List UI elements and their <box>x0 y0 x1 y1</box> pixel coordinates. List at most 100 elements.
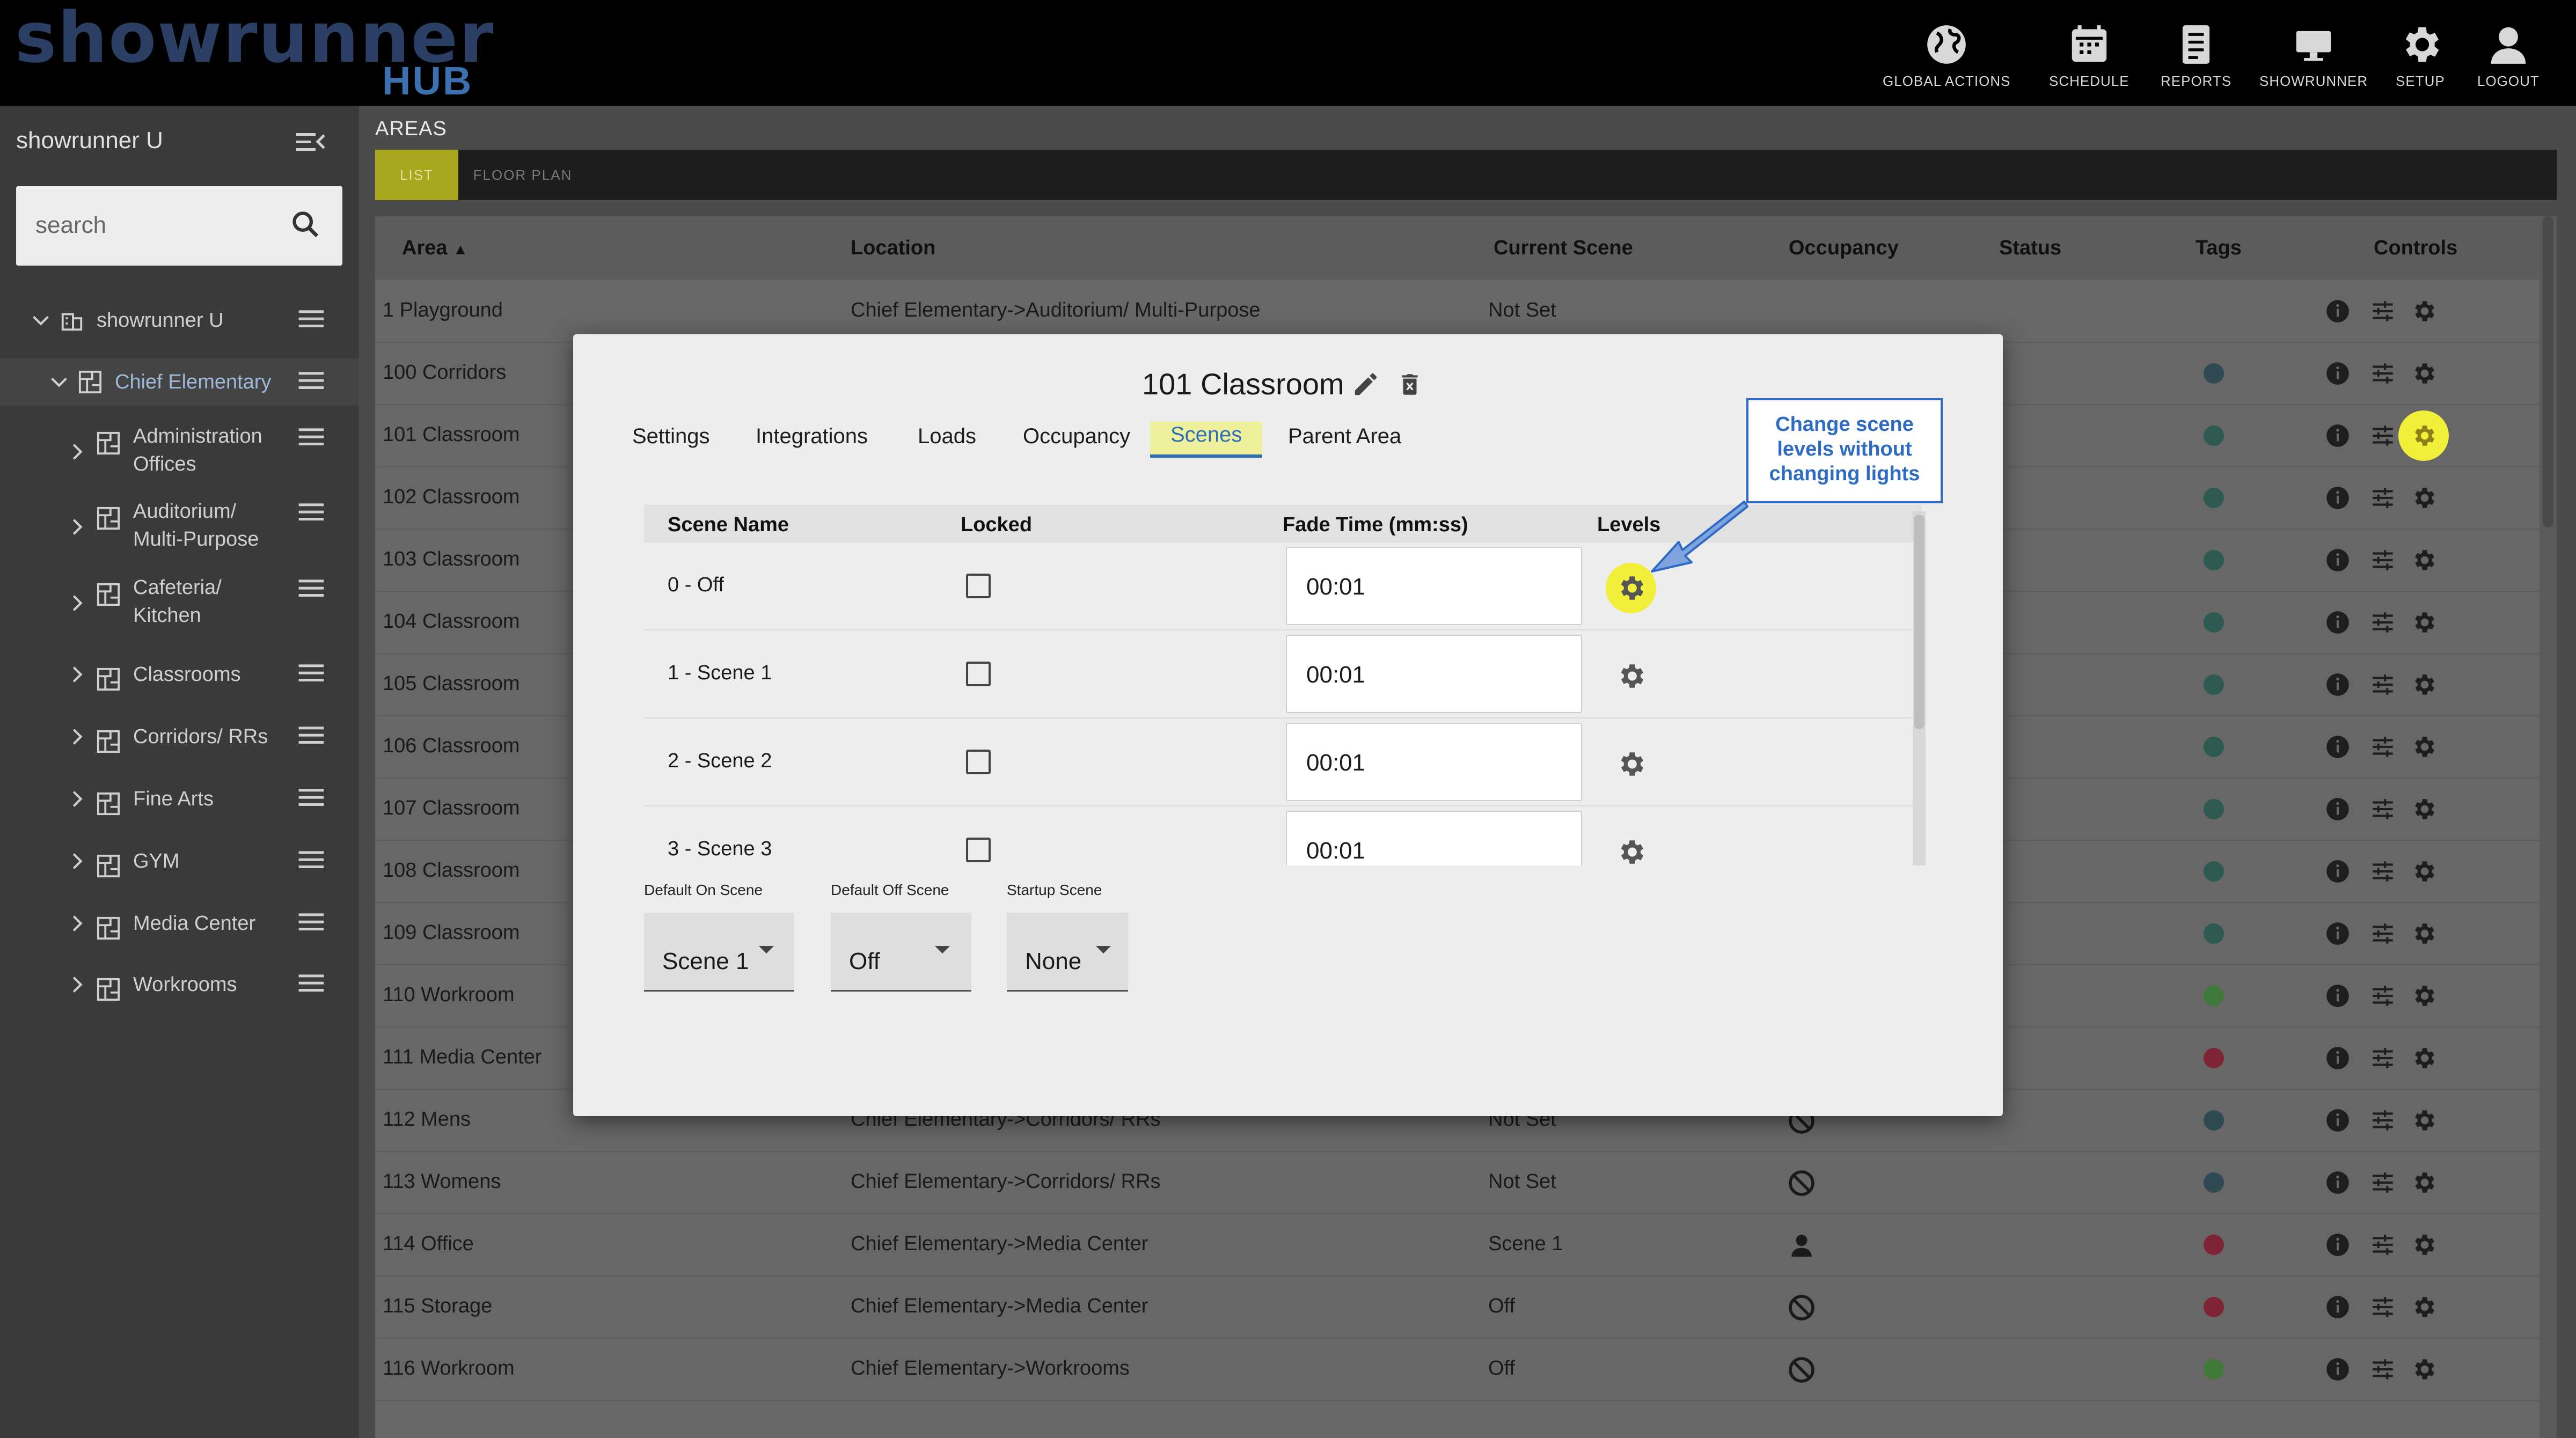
menu-icon[interactable] <box>296 725 326 746</box>
gear-icon[interactable] <box>2410 733 2437 760</box>
info-icon[interactable] <box>2324 360 2351 387</box>
scene-levels-gear-icon[interactable] <box>1615 837 1646 865</box>
levels-sliders-icon[interactable] <box>2369 733 2396 760</box>
col-occupancy[interactable]: Occupancy <box>1789 237 1899 260</box>
info-icon[interactable] <box>2324 982 2351 1009</box>
tree-item[interactable]: Fine Arts <box>0 783 359 816</box>
levels-sliders-icon[interactable] <box>2369 1045 2396 1072</box>
info-icon[interactable] <box>2324 1169 2351 1196</box>
chevron-right-icon[interactable] <box>67 441 88 463</box>
tree-item[interactable]: GYM <box>0 845 359 878</box>
chevron-right-icon[interactable] <box>67 516 88 538</box>
scenes-scrollbar[interactable] <box>1913 511 1926 865</box>
nav-logout[interactable]: LOGOUT <box>2477 21 2540 90</box>
menu-icon[interactable] <box>296 370 326 392</box>
nav-global-actions[interactable]: GLOBAL ACTIONS <box>1883 21 2010 90</box>
tree-item[interactable]: Chief Elementary <box>0 358 359 406</box>
chevron-right-icon[interactable] <box>67 726 88 747</box>
tree-item[interactable]: Classrooms <box>0 658 359 691</box>
gear-icon[interactable] <box>2410 671 2437 698</box>
info-icon[interactable] <box>2324 422 2351 449</box>
collapse-sidebar-icon[interactable] <box>294 128 326 155</box>
nav-schedule[interactable]: SCHEDULE <box>2049 21 2129 90</box>
levels-sliders-icon[interactable] <box>2369 298 2396 325</box>
locked-checkbox[interactable] <box>966 750 991 774</box>
levels-sliders-icon[interactable] <box>2369 360 2396 387</box>
chevron-down-icon[interactable] <box>48 371 70 393</box>
col-current-scene[interactable]: Current Scene <box>1494 237 1633 260</box>
col-tags[interactable]: Tags <box>2196 237 2242 260</box>
gear-icon[interactable] <box>2410 485 2437 511</box>
info-icon[interactable] <box>2324 920 2351 947</box>
levels-sliders-icon[interactable] <box>2369 796 2396 823</box>
gear-icon[interactable] <box>2410 1294 2437 1320</box>
menu-icon[interactable] <box>296 663 326 684</box>
info-icon[interactable] <box>2324 1231 2351 1258</box>
default-off-scene-select[interactable]: Off <box>831 913 971 992</box>
scrollbar-thumb[interactable] <box>1914 515 1924 729</box>
info-icon[interactable] <box>2324 1294 2351 1320</box>
tree-item[interactable]: Media Center <box>0 907 359 940</box>
scene-levels-gear-icon[interactable] <box>1615 749 1646 780</box>
table-row[interactable]: 115 Storage Chief Elementary->Media Cente… <box>375 1275 2543 1339</box>
nav-reports[interactable]: REPORTS <box>2161 21 2231 90</box>
tree-item[interactable]: Auditorium/ Multi-Purpose <box>0 497 359 556</box>
scene-levels-gear-icon[interactable] <box>1615 661 1646 692</box>
tree-item[interactable]: Administration Offices <box>0 422 359 481</box>
startup-scene-select[interactable]: None <box>1007 913 1128 992</box>
gear-icon[interactable] <box>2410 1231 2437 1258</box>
levels-sliders-icon[interactable] <box>2369 485 2396 511</box>
fade-time-input[interactable]: 00:01 <box>1286 811 1582 865</box>
chevron-down-icon[interactable] <box>30 310 52 331</box>
levels-sliders-icon[interactable] <box>2369 1356 2396 1383</box>
menu-icon[interactable] <box>296 973 326 994</box>
table-row[interactable]: 116 Workroom Chief Elementary->Workrooms O… <box>375 1338 2543 1401</box>
gear-icon[interactable] <box>2410 982 2437 1009</box>
col-area[interactable]: Area ▲ <box>402 237 468 260</box>
gear-icon[interactable] <box>2410 858 2437 885</box>
levels-sliders-icon[interactable] <box>2369 547 2396 574</box>
table-row[interactable]: 114 Office Chief Elementary->Media Center… <box>375 1213 2543 1276</box>
chevron-right-icon[interactable] <box>67 913 88 934</box>
levels-sliders-icon[interactable] <box>2369 422 2396 449</box>
tree-item[interactable]: Corridors/ RRs <box>0 721 359 753</box>
gear-icon[interactable] <box>2410 1169 2437 1196</box>
info-icon[interactable] <box>2324 1356 2351 1383</box>
menu-icon[interactable] <box>296 502 326 523</box>
col-location[interactable]: Location <box>851 237 935 260</box>
gear-icon[interactable] <box>2410 1356 2437 1383</box>
table-row[interactable]: 1 Playground Chief Elementary->Auditorium… <box>375 280 2543 343</box>
fade-time-input[interactable]: 00:01 <box>1286 635 1582 713</box>
gear-icon[interactable] <box>2410 1045 2437 1072</box>
menu-icon[interactable] <box>296 309 326 330</box>
tree-item[interactable]: Cafeteria/ Kitchen <box>0 574 359 633</box>
chevron-right-icon[interactable] <box>67 788 88 810</box>
gear-icon[interactable] <box>2410 796 2437 823</box>
levels-sliders-icon[interactable] <box>2369 1169 2396 1196</box>
levels-sliders-icon[interactable] <box>2369 858 2396 885</box>
info-icon[interactable] <box>2324 671 2351 698</box>
gear-icon[interactable] <box>2410 422 2437 449</box>
menu-icon[interactable] <box>296 849 326 871</box>
locked-checkbox[interactable] <box>966 838 991 862</box>
tree-item[interactable]: showrunner U <box>0 304 359 336</box>
fade-time-input[interactable]: 00:01 <box>1286 723 1582 801</box>
chevron-right-icon[interactable] <box>67 850 88 872</box>
tree-item[interactable]: Workrooms <box>0 969 359 1001</box>
nav-setup[interactable]: SETUP <box>2396 21 2445 90</box>
info-icon[interactable] <box>2324 858 2351 885</box>
info-icon[interactable] <box>2324 298 2351 325</box>
gear-icon[interactable] <box>2410 920 2437 947</box>
search-icon[interactable] <box>290 209 321 240</box>
menu-icon[interactable] <box>296 578 326 599</box>
levels-sliders-icon[interactable] <box>2369 1231 2396 1258</box>
info-icon[interactable] <box>2324 609 2351 636</box>
levels-sliders-icon[interactable] <box>2369 982 2396 1009</box>
table-scrollbar[interactable] <box>2540 216 2557 1438</box>
chevron-right-icon[interactable] <box>67 592 88 614</box>
tab-floor-plan[interactable]: FLOOR PLAN <box>458 150 587 200</box>
info-icon[interactable] <box>2324 547 2351 574</box>
levels-sliders-icon[interactable] <box>2369 1107 2396 1134</box>
levels-sliders-icon[interactable] <box>2369 671 2396 698</box>
gear-icon[interactable] <box>2410 1107 2437 1134</box>
